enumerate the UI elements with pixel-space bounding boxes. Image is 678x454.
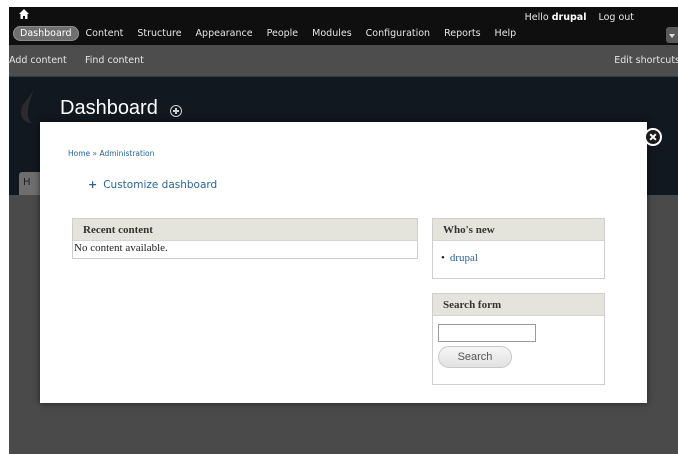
user-link[interactable]: drupal [450,252,478,264]
toolbar-tab-content[interactable]: Content [79,26,131,41]
search-form-block: Search form Search [432,293,605,385]
list-item: • drupal [433,241,604,264]
drupal-drop-logo [21,87,35,123]
logout-link[interactable]: Log out [598,12,634,23]
toolbar-drawer-toggle[interactable] [666,27,678,43]
shortcut-add-content[interactable]: Add content [9,55,67,66]
toolbar-tab-appearance[interactable]: Appearance [189,26,260,41]
toolbar-tab-people[interactable]: People [260,26,306,41]
add-shortcut-icon[interactable] [170,105,182,117]
page-title: Dashboard Drupal [60,97,158,125]
block-title: Who's new [433,219,604,241]
toolbar-tab-modules[interactable]: Modules [305,26,359,41]
search-input[interactable] [438,324,536,342]
user-links: Hello drupal Log out [525,12,634,23]
admin-frame: Dashboard Content Structure Appearance P… [9,7,678,454]
overlay-dialog: Home » Administration + Customize dashbo… [40,122,647,403]
toolbar-menu: Dashboard Content Structure Appearance P… [13,26,523,41]
username-link[interactable]: drupal [552,12,587,23]
close-icon[interactable] [644,128,662,146]
toolbar-tab-help[interactable]: Help [488,26,524,41]
shortcuts-bar: Add content Find content Edit shortcuts [9,45,678,77]
block-title: Search form [433,294,604,316]
home-icon[interactable] [18,8,30,20]
whos-new-block: Who's new • drupal [432,218,605,279]
toolbar-tab-structure[interactable]: Structure [130,26,188,41]
plus-icon: + [88,178,98,191]
breadcrumb[interactable]: Home » Administration [68,149,154,158]
edit-shortcuts-link[interactable]: Edit shortcuts [614,55,678,66]
empty-message: No content available. [74,242,168,254]
search-form: Search [433,316,604,368]
recent-content-block: Recent content No content available. [72,218,418,259]
bullet-icon: • [441,252,445,264]
shortcut-find-content[interactable]: Find content [85,55,144,66]
block-title: Recent content [73,219,417,241]
toolbar-tab-dashboard[interactable]: Dashboard [13,26,79,41]
greeting: Hello drupal [524,12,587,23]
toolbar-tab-configuration[interactable]: Configuration [359,26,437,41]
customize-dashboard-link[interactable]: + Customize dashboard [88,178,217,191]
search-button[interactable]: Search [438,346,512,368]
toolbar-tab-reports[interactable]: Reports [437,26,487,41]
customize-dashboard-label: Customize dashboard [103,178,218,191]
admin-toolbar: Dashboard Content Structure Appearance P… [9,7,678,45]
